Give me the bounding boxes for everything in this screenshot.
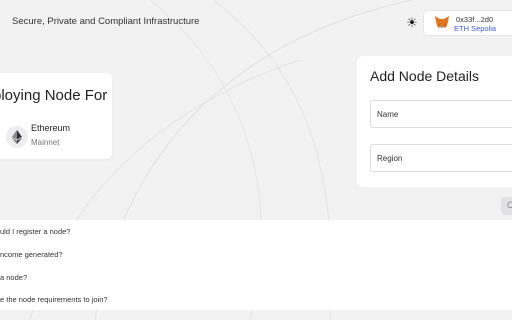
faq-item[interactable]: a node? — [0, 273, 27, 282]
deploy-card-title: ploying Node For — [0, 87, 108, 104]
faq-item[interactable]: uld I register a node? — [0, 227, 70, 236]
name-field-label: Name — [377, 110, 399, 119]
sun-icon[interactable]: ☀ — [404, 15, 420, 31]
faq-item[interactable]: ncome generated? — [0, 250, 63, 259]
region-field-label: Region — [377, 154, 403, 163]
wallet-address: 0x33f...2d0 — [456, 15, 494, 24]
chain-name: Ethereum — [31, 123, 71, 133]
add-node-details-card: Add Node Details Name Region — [357, 56, 512, 187]
wallet-button[interactable]: 0x33f...2d0 ETH Sepolia — [424, 11, 512, 35]
continue-button[interactable]: C — [501, 197, 512, 215]
ethereum-icon — [6, 126, 28, 148]
wallet-network: ETH Sepolia — [454, 24, 497, 33]
chain-type: Mainnet — [31, 138, 60, 147]
faq-section: uld I register a node? ncome generated? … — [0, 220, 512, 310]
details-card-title: Add Node Details — [370, 68, 479, 84]
region-field[interactable]: Region — [370, 144, 512, 172]
faq-item[interactable]: e the node requirements to join? — [0, 295, 108, 304]
metamask-fox-icon — [435, 16, 449, 28]
continue-button-label: C — [507, 200, 512, 210]
name-field[interactable]: Name — [370, 100, 512, 128]
deploying-node-card: ploying Node For Ethereum Mainnet — [0, 73, 112, 159]
header-tagline: Secure, Private and Compliant Infrastruc… — [12, 16, 200, 27]
